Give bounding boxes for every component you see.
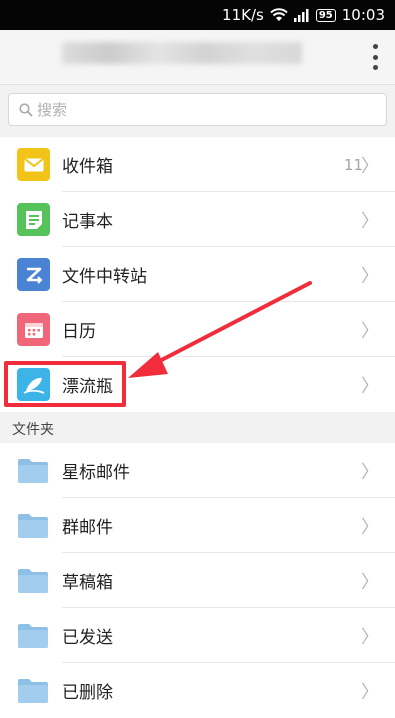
item-label: 已发送 xyxy=(62,628,113,648)
item-label: 文件中转站 xyxy=(62,267,147,287)
folder-icon xyxy=(18,568,48,593)
inbox-icon xyxy=(17,148,50,181)
list-item-calendar[interactable]: 日历 〉 xyxy=(0,302,395,357)
status-bar: 11K/s 95 10:03 xyxy=(0,0,395,30)
folder-icon xyxy=(18,678,48,703)
item-label: 群邮件 xyxy=(62,518,113,538)
chevron-right-icon: 〉 xyxy=(361,320,379,342)
list-item-file-transfer[interactable]: 文件中转站 〉 xyxy=(0,247,395,302)
chevron-right-icon: 〉 xyxy=(361,375,379,397)
title-bar xyxy=(0,30,395,85)
signal-icon xyxy=(293,8,309,22)
folder-item-sent[interactable]: 已发送 〉 xyxy=(0,608,395,663)
folder-item-starred[interactable]: 星标邮件 〉 xyxy=(0,443,395,498)
search-icon xyxy=(19,102,33,117)
chevron-right-icon: 〉 xyxy=(361,571,379,593)
item-label: 草稿箱 xyxy=(62,573,113,593)
list-item-inbox[interactable]: 收件箱 11 〉 xyxy=(0,137,395,192)
search-placeholder: 搜索 xyxy=(37,101,68,119)
item-label: 日历 xyxy=(62,322,96,342)
chevron-right-icon: 〉 xyxy=(361,461,379,483)
chevron-right-icon: 〉 xyxy=(361,681,379,703)
folder-icon xyxy=(18,623,48,648)
search-input[interactable]: 搜索 xyxy=(8,93,387,126)
folder-item-group-mail[interactable]: 群邮件 〉 xyxy=(0,498,395,553)
folder-list: 星标邮件 〉 群邮件 〉 草稿箱 〉 已发送 〉 已删除 〉 xyxy=(0,443,395,718)
chevron-right-icon: 〉 xyxy=(361,210,379,232)
file-transfer-icon xyxy=(17,258,50,291)
account-name-blurred xyxy=(62,42,302,64)
chevron-right-icon: 〉 xyxy=(361,155,379,177)
chevron-right-icon: 〉 xyxy=(361,626,379,648)
overflow-menu-icon[interactable] xyxy=(371,44,379,70)
folder-item-deleted[interactable]: 已删除 〉 xyxy=(0,663,395,718)
notepad-icon xyxy=(17,203,50,236)
chevron-right-icon: 〉 xyxy=(361,265,379,287)
wifi-icon xyxy=(270,8,288,21)
clock: 10:03 xyxy=(341,6,385,24)
battery-icon: 95 xyxy=(315,8,336,22)
item-label: 已删除 xyxy=(62,683,113,703)
item-label: 收件箱 xyxy=(62,157,113,177)
folders-section-title: 文件夹 xyxy=(0,414,395,443)
list-item-notepad[interactable]: 记事本 〉 xyxy=(0,192,395,247)
item-label: 星标邮件 xyxy=(62,463,130,483)
item-label: 记事本 xyxy=(62,212,113,232)
network-speed: 11K/s xyxy=(222,6,264,24)
annotation-highlight-box xyxy=(4,361,126,407)
chevron-right-icon: 〉 xyxy=(361,516,379,538)
folder-item-drafts[interactable]: 草稿箱 〉 xyxy=(0,553,395,608)
calendar-icon xyxy=(17,313,50,346)
folder-icon xyxy=(18,513,48,538)
folder-icon xyxy=(18,458,48,483)
